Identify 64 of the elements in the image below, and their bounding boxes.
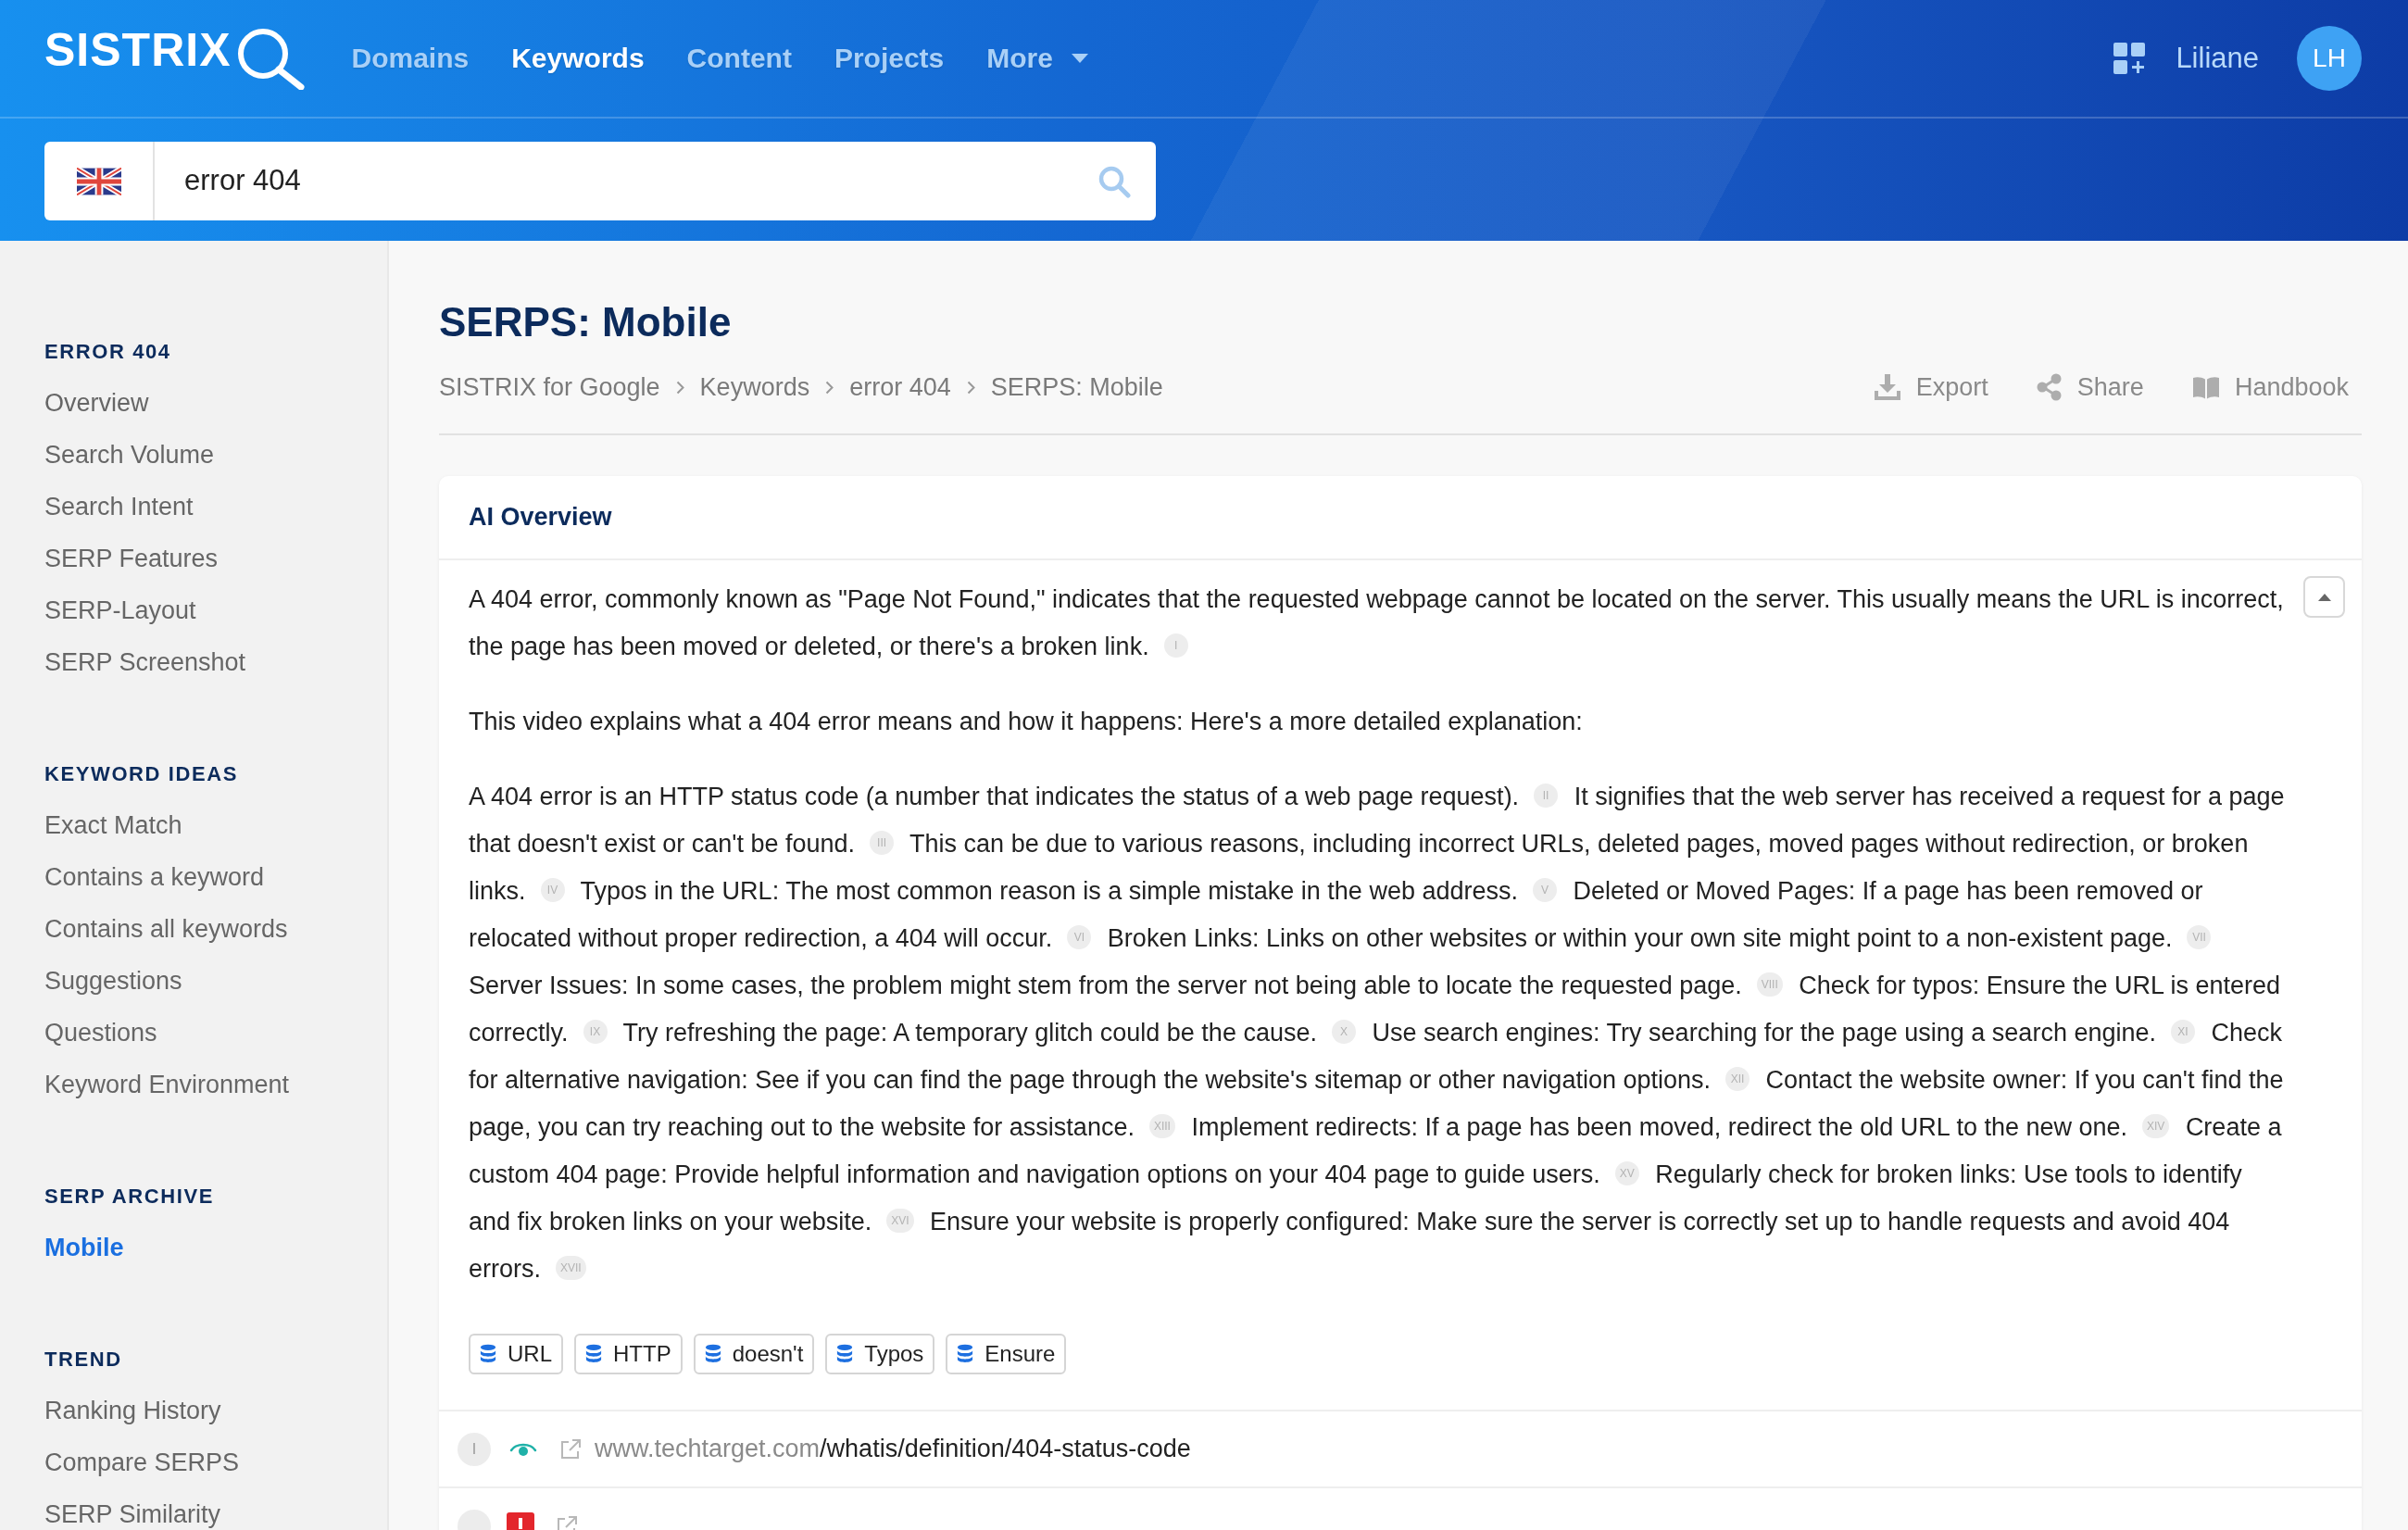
flag-icon [76,167,121,195]
database-icon [480,1344,496,1364]
sidebar-item[interactable]: Suggestions [44,955,182,1007]
sidebar-item[interactable]: Overview [44,377,149,429]
keyword-tag[interactable]: Typos [825,1334,935,1374]
database-icon [836,1344,854,1364]
chevron-icon [825,380,834,395]
search-field[interactable]: error 404 [155,142,1072,220]
sidebar-item[interactable]: SERP-Layout [44,584,196,636]
keyword-tag[interactable]: URL [469,1334,563,1374]
breadcrumb-link[interactable]: SISTRIX for Google [439,369,660,406]
page-title: SERPS: Mobile [439,298,733,346]
breadcrumb-link[interactable]: error 404 [849,369,951,406]
sidebar-item[interactable]: SERP Similarity [44,1488,221,1530]
collapse-button[interactable] [2303,576,2345,618]
database-icon [957,1344,974,1364]
sidebar-heading: ERROR 404 [44,339,172,365]
book-icon [2191,375,2220,399]
download-icon [1873,373,1901,401]
user-avatar[interactable]: LH [2297,26,2362,91]
keyword-tag[interactable]: Ensure [946,1334,1067,1374]
sidebar-item[interactable]: Exact Match [44,799,182,851]
nav-dropdown[interactable]: More [986,40,1088,77]
chevron-icon [966,380,975,395]
overview-paragraph: This video explains what a 404 error means and how it happens: Here's a more detailed explanation: [469,707,1584,737]
nav-link[interactable]: Projects [834,40,945,77]
sidebar-item[interactable]: SERP Screenshot [44,636,246,688]
nav-link[interactable]: Domains [351,40,470,77]
export-button[interactable]: Export [1873,369,1988,406]
grid-plus-icon[interactable] [2113,43,2146,74]
nav-link[interactable]: Content [686,40,792,77]
sidebar-item[interactable]: Search Volume [44,429,215,481]
sidebar-heading: TREND [44,1347,123,1373]
sidebar-heading: SERP ARCHIVE [44,1184,216,1210]
result-url[interactable]: www.techtarget.com/whatis/definition/404-status-code [595,1430,1191,1468]
caret-icon [1071,54,1088,63]
keyword-tag[interactable]: HTTP [574,1334,683,1374]
breadcrumb-current: SERPS: Mobile [990,372,1163,403]
nav-link[interactable]: Keywords [511,40,645,77]
sidebar-item[interactable]: Ranking History [44,1385,221,1436]
chevron-icon [675,380,684,395]
caret-up-icon [2317,593,2331,601]
sidebar-item[interactable]: Contains a keyword [44,851,265,903]
sidebar-item[interactable]: Mobile [44,1222,124,1273]
keyword-tag[interactable]: doesn't [693,1334,815,1374]
breadcrumb-link[interactable]: Keywords [699,369,810,406]
result-rank: I [458,1432,491,1466]
sidebar-item[interactable]: SERP Features [44,533,219,584]
sidebar-item[interactable]: Keyword Environment [44,1059,290,1110]
sidebar-item[interactable]: Questions [44,1007,157,1059]
logo-text: SISTRIX [44,27,232,73]
search-icon [1097,164,1131,198]
sidebar-item[interactable]: Search Intent [44,481,194,533]
card-title: AI Overview [469,502,612,533]
database-icon [585,1344,602,1364]
sidebar-heading: KEYWORD IDEAS [44,761,240,787]
sidebar-item[interactable]: Contains all keywords [44,903,288,955]
share-button[interactable]: Share [2036,369,2144,406]
sidebar-item[interactable]: Compare SERPS [44,1436,240,1488]
share-icon [2036,373,2063,401]
user-name[interactable]: Liliane [2176,36,2259,81]
handbook-button[interactable]: Handbook [2191,369,2349,406]
database-icon [704,1344,721,1364]
country-selector-button[interactable] [44,142,155,220]
